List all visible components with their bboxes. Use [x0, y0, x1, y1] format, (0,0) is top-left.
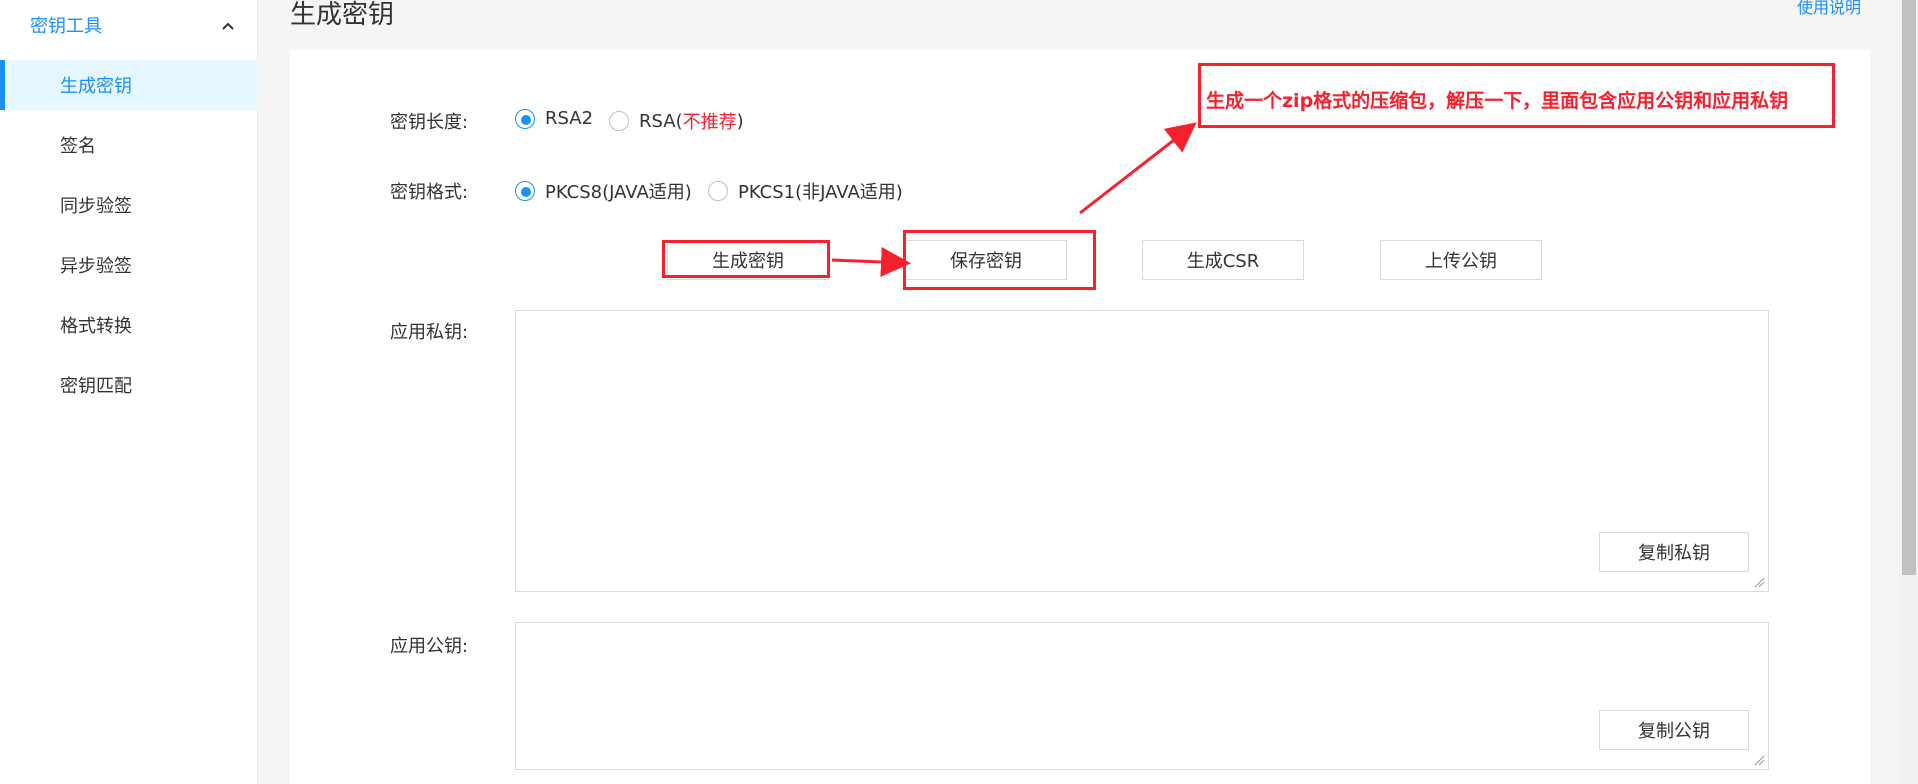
sidebar-item-async-verify[interactable]: 异步验签: [0, 240, 258, 290]
scrollbar-thumb[interactable]: [1902, 0, 1916, 575]
generate-csr-button[interactable]: 生成CSR: [1142, 240, 1304, 280]
key-length-label: 密钥长度:: [390, 112, 469, 133]
chevron-up-icon: [222, 22, 234, 30]
sidebar-item-label: 格式转换: [60, 316, 132, 337]
sidebar-group-key-tools[interactable]: 密钥工具: [0, 0, 258, 50]
key-format-label: 密钥格式:: [390, 182, 469, 203]
save-key-button[interactable]: 保存密钥: [905, 240, 1067, 280]
sidebar-item-generate-key[interactable]: 生成密钥: [0, 60, 258, 110]
not-recommended-note: 不推荐: [682, 112, 737, 133]
page-title: 生成密钥: [290, 0, 395, 30]
upload-public-key-button[interactable]: 上传公钥: [1380, 240, 1542, 280]
radio-pkcs8[interactable]: PKCS8(JAVA适用): [515, 178, 692, 204]
radio-label: PKCS1(非JAVA适用): [738, 182, 903, 203]
radio-dot: [515, 108, 535, 129]
sidebar-item-sign[interactable]: 签名: [0, 120, 258, 170]
resize-grip-icon[interactable]: [1753, 576, 1765, 588]
radio-dot: [609, 111, 629, 131]
app-window: 密钥工具 生成密钥 签名 同步验签 异步验签 格式转换 密钥匹配 生成密钥 使用…: [0, 0, 1918, 784]
sidebar-item-key-match[interactable]: 密钥匹配: [0, 360, 258, 410]
radio-pkcs1[interactable]: PKCS1(非JAVA适用): [708, 178, 903, 204]
radio-label: PKCS8(JAVA适用): [545, 182, 692, 203]
radio-rsa2[interactable]: RSA2: [515, 108, 593, 129]
sidebar-item-format-convert[interactable]: 格式转换: [0, 300, 258, 350]
radio-rsa[interactable]: RSA(不推荐): [609, 108, 744, 134]
sidebar-group-label: 密钥工具: [30, 16, 102, 37]
private-key-label: 应用私钥:: [390, 322, 469, 343]
sidebar-item-label: 签名: [60, 136, 96, 157]
copy-public-key-button[interactable]: 复制公钥: [1599, 710, 1749, 750]
public-key-label: 应用公钥:: [390, 636, 469, 657]
private-key-textarea[interactable]: [515, 310, 1769, 592]
sidebar-item-label: 生成密钥: [60, 76, 132, 97]
sidebar-item-label: 密钥匹配: [60, 376, 132, 397]
radio-label: RSA2: [545, 108, 594, 129]
radio-label-suffix: ): [736, 110, 744, 132]
radio-dot: [708, 181, 728, 201]
copy-private-key-button[interactable]: 复制私钥: [1599, 532, 1749, 572]
sidebar-item-sync-verify[interactable]: 同步验签: [0, 180, 258, 230]
radio-dot: [515, 181, 535, 201]
resize-grip-icon[interactable]: [1753, 754, 1765, 766]
sidebar-item-label: 异步验签: [60, 256, 132, 277]
sidebar: 密钥工具 生成密钥 签名 同步验签 异步验签 格式转换 密钥匹配: [0, 0, 258, 784]
annotation-note-text: 生成一个zip格式的压缩包，解压一下，里面包含应用公钥和应用私钥: [1206, 90, 1789, 112]
public-key-textarea[interactable]: [515, 622, 1769, 770]
sidebar-item-label: 同步验签: [60, 196, 132, 217]
generate-key-button[interactable]: 生成密钥: [667, 240, 829, 280]
radio-label: RSA(: [639, 110, 683, 132]
help-link[interactable]: 使用说明: [1797, 0, 1861, 18]
